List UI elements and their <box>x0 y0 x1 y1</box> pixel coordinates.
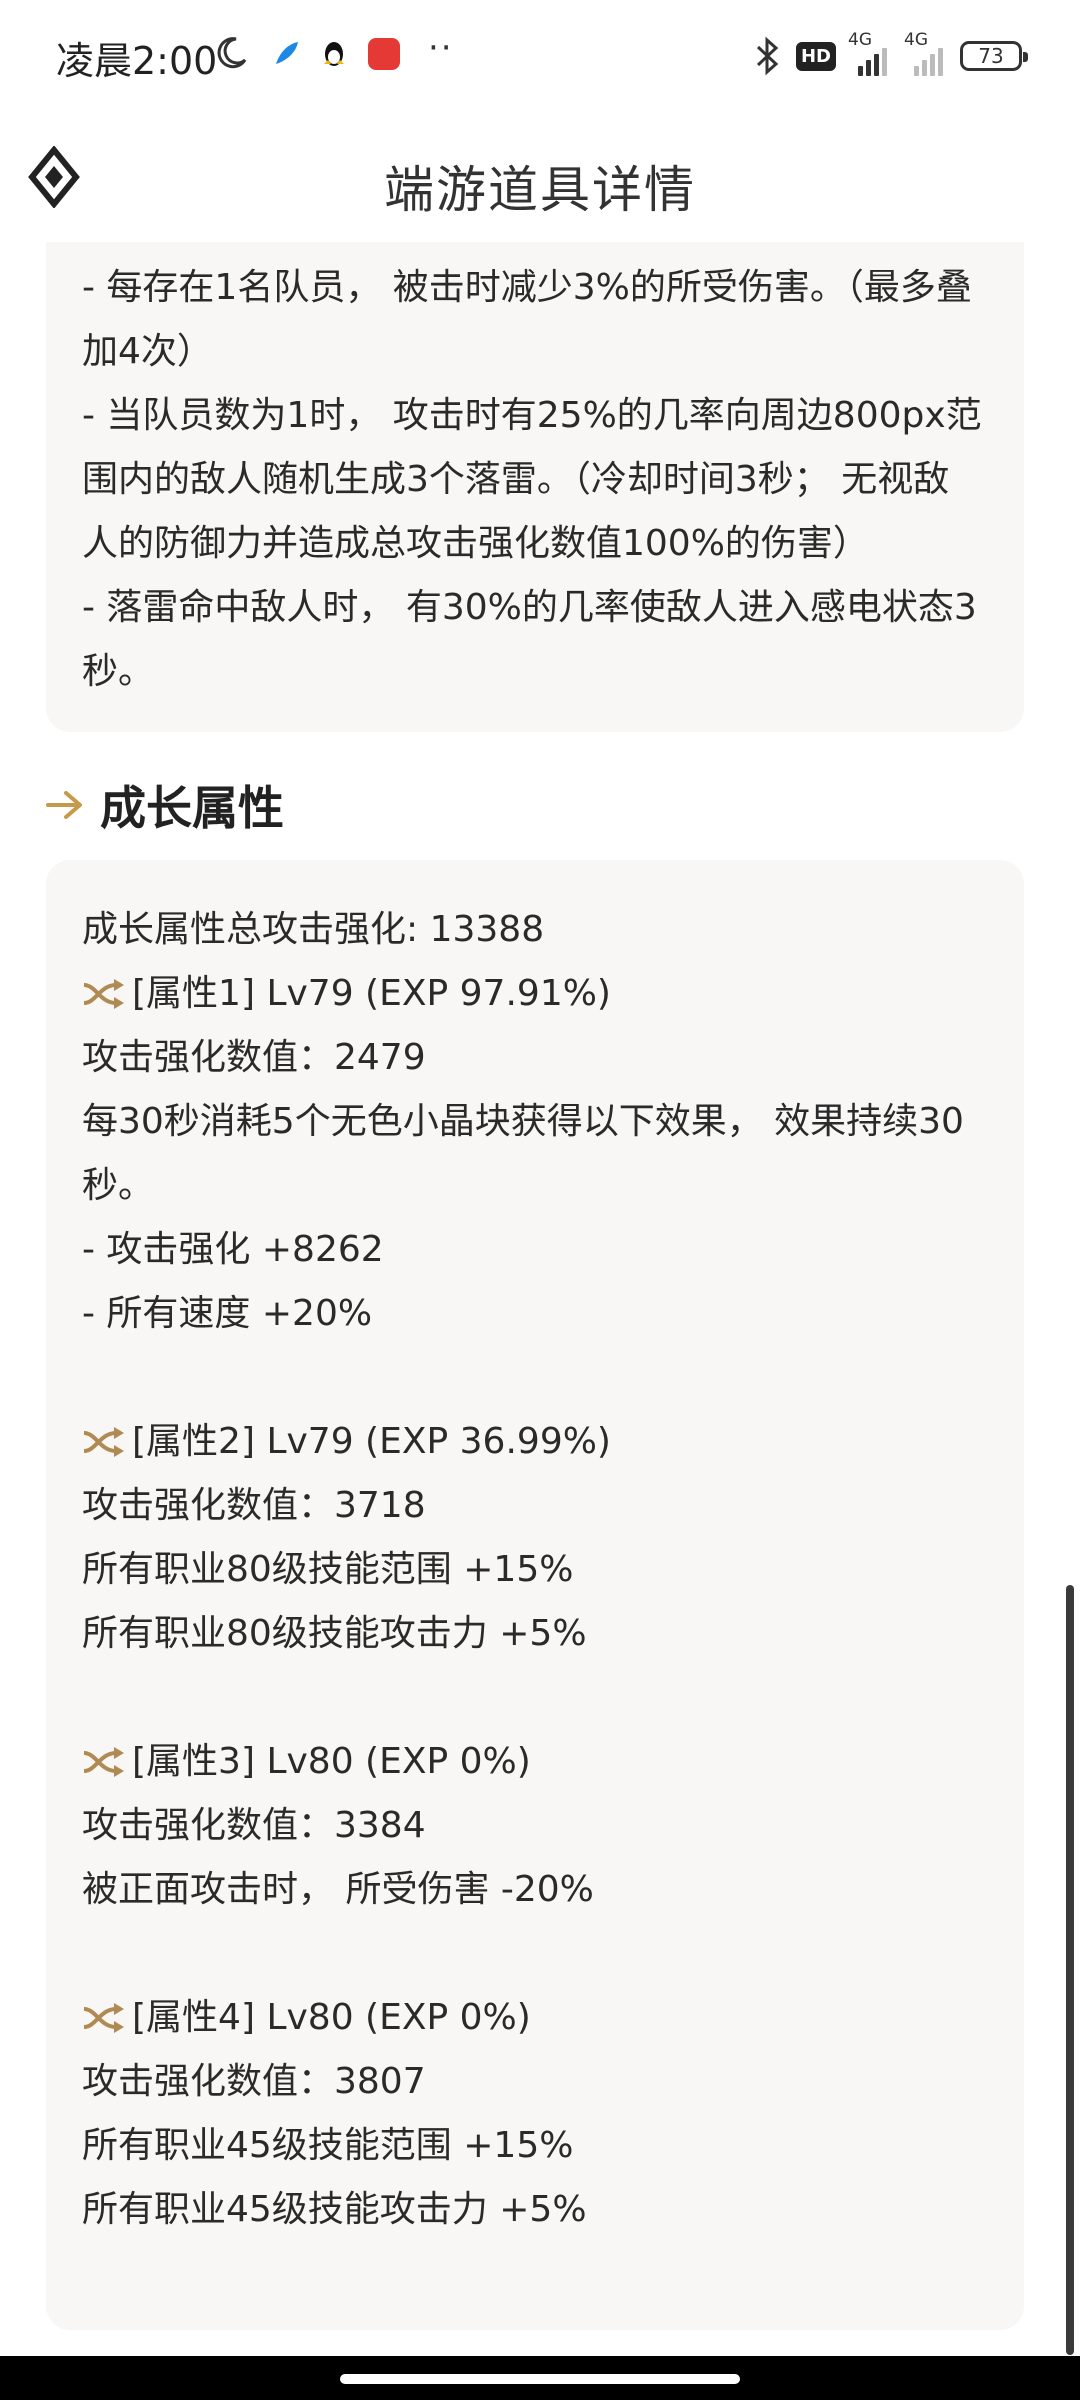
attribute-value: 攻击强化数值：3807 <box>82 2061 426 2102</box>
attribute-title: [属性3] Lv80 (EXP 0%) <box>132 1741 531 1782</box>
status-right: HD 4G 4G 73 <box>750 30 1028 80</box>
attribute-effect: 被正面攻击时， 所受伤害 -20% <box>82 1869 594 1910</box>
attribute-header-1: [属性1] Lv79 (EXP 97.91%) <box>82 962 988 1026</box>
description-line: - 每存在1名队员， 被击时减少3%的所受伤害。（最多叠 <box>82 267 972 308</box>
attribute-effect: 所有职业45级技能范围 +15% <box>82 2125 574 2166</box>
item-description-card: - 每存在1名队员， 被击时减少3%的所受伤害。（最多叠 加4次） - 当队员数… <box>46 242 1024 732</box>
bluetooth-icon <box>756 36 779 76</box>
scrollbar[interactable] <box>1066 1585 1074 2355</box>
shuffle-icon <box>83 1427 124 1457</box>
feather-app-icon <box>276 42 298 64</box>
moon-icon <box>217 37 247 69</box>
attribute-title: [属性4] Lv80 (EXP 0%) <box>132 1997 531 2038</box>
growth-total: 成长属性总攻击强化: 13388 <box>82 909 545 950</box>
signal-icon-1: 4G <box>848 30 892 76</box>
attribute-value: 攻击强化数值：3718 <box>82 1485 426 1526</box>
attribute-header-2: [属性2] Lv79 (EXP 36.99%) <box>82 1410 988 1474</box>
description-line: - 落雷命中敌人时， 有30%的几率使敌人进入感电状态3 <box>82 587 977 628</box>
attribute-title: [属性1] Lv79 (EXP 97.91%) <box>132 973 611 1014</box>
more-icon: ·· <box>428 28 454 68</box>
growth-attributes-card: 成长属性总攻击强化: 13388 [属性1] Lv79 (EXP 97.91%)… <box>46 860 1024 2330</box>
network-type-2: 4G <box>904 30 928 50</box>
attribute-effect: - 攻击强化 +8262 <box>82 1229 384 1270</box>
attribute-header-4: [属性4] Lv80 (EXP 0%) <box>82 1986 988 2050</box>
attribute-header-3: [属性3] Lv80 (EXP 0%) <box>82 1730 988 1794</box>
shuffle-icon <box>83 1747 124 1777</box>
page-title: 端游道具详情 <box>384 161 696 219</box>
battery-level: 73 <box>978 44 1004 68</box>
attribute-effect: 所有职业80级技能范围 +15% <box>82 1549 574 1590</box>
shuffle-icon <box>83 2003 124 2033</box>
description-line: - 当队员数为1时， 攻击时有25%的几率向周边800px范 <box>82 395 982 436</box>
attribute-value: 攻击强化数值：3384 <box>82 1805 426 1846</box>
attribute-effect: 所有职业80级技能攻击力 +5% <box>82 1613 587 1654</box>
battery-icon: 73 <box>960 41 1028 71</box>
description-line: 加4次） <box>82 331 213 372</box>
attribute-effect: 每30秒消耗5个无色小晶块获得以下效果， 效果持续30 <box>82 1101 964 1142</box>
status-time: 凌晨2:00 <box>56 39 218 83</box>
signal-icon-2: 4G <box>904 30 948 76</box>
arrow-right-icon <box>46 791 82 819</box>
description-line: 人的防御力并造成总攻击强化数值100%的伤害） <box>82 523 869 564</box>
section-title: 成长属性 <box>100 781 284 835</box>
shuffle-icon <box>83 979 124 1009</box>
status-bar: 凌晨2:00 ·· HD 4G 4G 73 <box>0 0 1080 112</box>
attribute-title: [属性2] Lv79 (EXP 36.99%) <box>132 1421 611 1462</box>
app-header: 端游道具详情 <box>0 112 1080 242</box>
qq-penguin-icon <box>324 42 344 66</box>
attribute-effect: 所有职业45级技能攻击力 +5% <box>82 2189 587 2230</box>
app-icon-red <box>368 38 400 70</box>
network-type-1: 4G <box>848 30 872 50</box>
attribute-effect: - 所有速度 +20% <box>82 1293 373 1334</box>
attribute-effect: 秒。 <box>82 1165 155 1206</box>
description-line: 围内的敌人随机生成3个落雷。（冷却时间3秒； 无视敌 <box>82 459 950 500</box>
home-indicator[interactable] <box>340 2374 740 2384</box>
attribute-value: 攻击强化数值：2479 <box>82 1037 426 1078</box>
growth-section-heading: 成长属性 <box>46 770 284 840</box>
description-line: 秒。 <box>82 651 155 692</box>
hd-badge: HD <box>795 41 836 71</box>
